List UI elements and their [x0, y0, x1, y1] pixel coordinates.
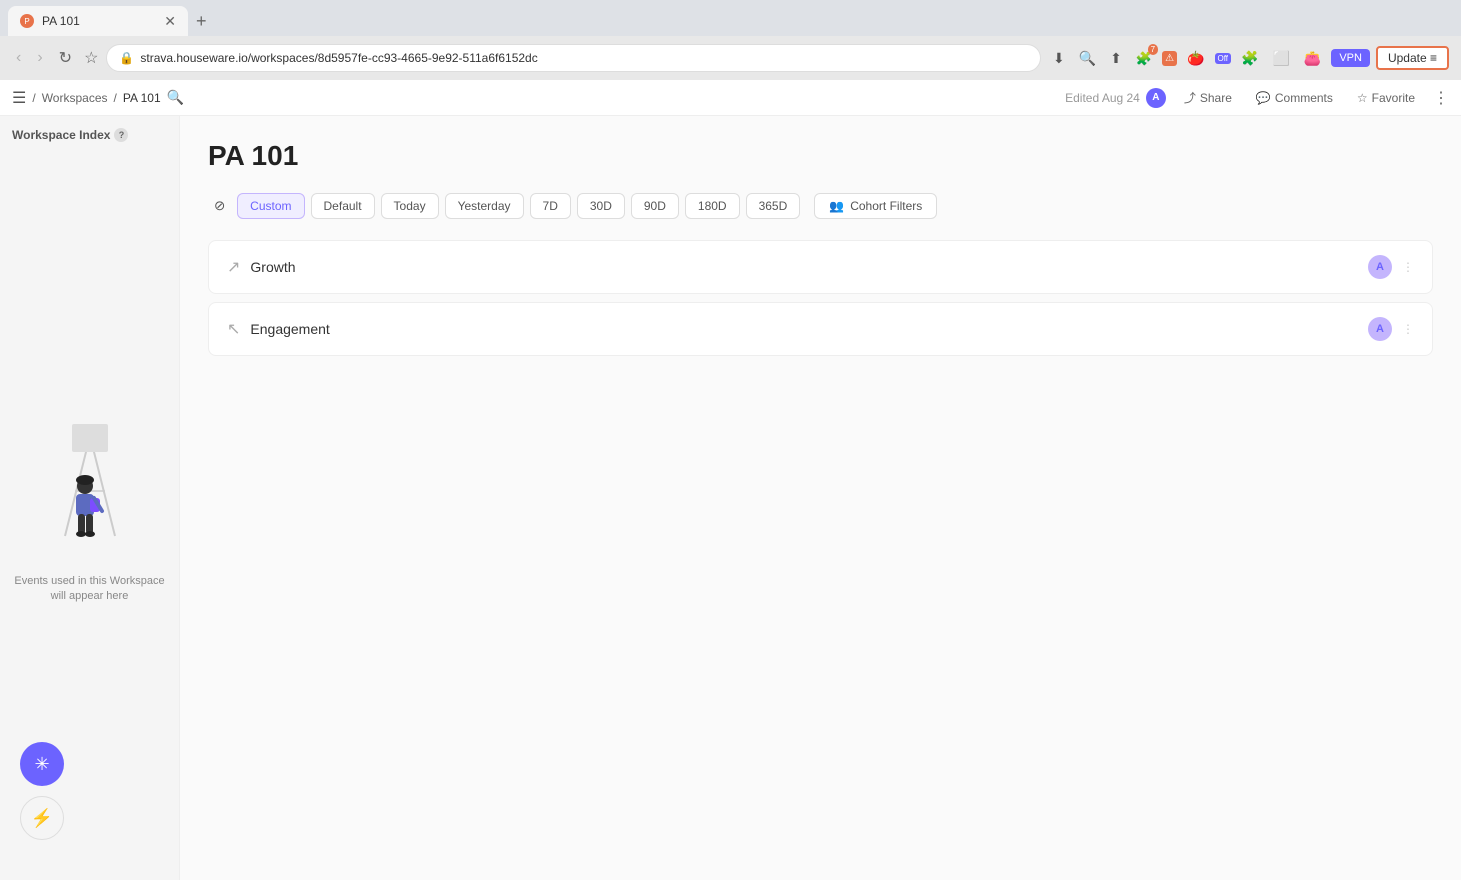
growth-avatar: A [1368, 255, 1392, 279]
breadcrumb-workspaces-link[interactable]: Workspaces [42, 91, 108, 105]
sidebar-title: Workspace Index ? [12, 128, 128, 142]
update-button[interactable]: Update ≡ [1376, 46, 1449, 70]
hamburger-button[interactable]: ☰ [12, 88, 26, 108]
address-bar: ‹ › ↻ ☆ 🔒 strava.houseware.io/workspaces… [0, 36, 1461, 80]
primary-fab-button[interactable]: ✳ [20, 742, 64, 786]
breadcrumb-actions: Edited Aug 24 A ⤴ Share 💬 Comments ☆ Fav… [1065, 85, 1449, 110]
browser-actions: ⬇ 🔍 ⬆ 🧩 7 ⚠ 🍅 Off 🧩 ⬜ 👛 VPN Update ≡ [1049, 46, 1449, 71]
share-icon: ⤴ [1184, 89, 1196, 106]
star-icon: ☆ [1357, 91, 1368, 105]
tab-close-button[interactable]: ✕ [164, 14, 176, 28]
filter-bar: ⊘ Custom Default Today Yesterday 7D 30D … [208, 192, 1433, 220]
download-button[interactable]: ⬇ [1049, 46, 1069, 71]
filter-toggle-button[interactable]: ⊘ [208, 192, 231, 220]
editor-avatar: A [1146, 88, 1166, 108]
bookmark-button[interactable]: ☆ [84, 48, 98, 68]
growth-expand-icon: ⋮ [1402, 260, 1414, 274]
refresh-button[interactable]: ↻ [55, 44, 76, 72]
split-view-button[interactable]: ⬜ [1268, 46, 1293, 71]
engagement-icon: ↖ [227, 319, 240, 339]
engagement-expand-icon: ⋮ [1402, 322, 1414, 336]
forward-button[interactable]: › [33, 45, 46, 71]
365d-filter-button[interactable]: 365D [746, 193, 801, 219]
active-tab[interactable]: P PA 101 ✕ [8, 6, 188, 36]
ext-badge-button[interactable]: 🧩 7 [1132, 46, 1156, 71]
fab-container: ✳ ⚡ [20, 742, 64, 840]
warning-ext-icon[interactable]: ⚠ [1162, 51, 1177, 66]
edited-info: Edited Aug 24 A [1065, 88, 1166, 108]
cohort-filters-button[interactable]: 👥 Cohort Filters [814, 193, 937, 219]
180d-filter-button[interactable]: 180D [685, 193, 740, 219]
tomato-ext-button[interactable]: 🍅 [1183, 46, 1208, 71]
sidebar-empty-text: Events used in this Workspace will appea… [12, 574, 167, 605]
today-filter-button[interactable]: Today [381, 193, 439, 219]
help-icon[interactable]: ? [114, 128, 128, 142]
growth-label: Growth [250, 259, 1358, 275]
30d-filter-button[interactable]: 30D [577, 193, 625, 219]
growth-icon: ↗ [227, 257, 240, 277]
share-page-button[interactable]: ⬆ [1106, 46, 1126, 71]
breadcrumb-separator: / [32, 91, 35, 105]
search-page-button[interactable]: 🔍 [1075, 46, 1100, 71]
tab-title: PA 101 [42, 14, 156, 28]
app-container: ☰ / Workspaces / PA 101 🔍 Edited Aug 24 … [0, 80, 1461, 880]
custom-filter-button[interactable]: Custom [237, 193, 304, 219]
puzzle-ext-button[interactable]: 🧩 [1237, 46, 1262, 71]
engagement-avatar: A [1368, 317, 1392, 341]
toggle-ext-button[interactable]: Off [1215, 53, 1232, 64]
workspace-search-button[interactable]: 🔍 [167, 89, 184, 106]
favorite-button[interactable]: ☆ Favorite [1351, 87, 1421, 109]
secondary-fab-button[interactable]: ⚡ [20, 796, 64, 840]
wallet-button[interactable]: 👛 [1300, 46, 1325, 71]
7d-filter-button[interactable]: 7D [530, 193, 571, 219]
main-layout: Workspace Index ? [0, 116, 1461, 880]
edited-label: Edited Aug 24 [1065, 91, 1140, 105]
page-title: PA 101 [208, 140, 1433, 172]
comments-icon: 💬 [1256, 91, 1271, 105]
new-tab-button[interactable]: + [188, 11, 215, 32]
tab-favicon: P [20, 14, 34, 28]
vpn-button[interactable]: VPN [1331, 49, 1370, 67]
cohort-icon: 👥 [829, 199, 844, 213]
sections-list: ↗ Growth A ⋮ ↖ Engagement A ⋮ [208, 240, 1433, 356]
share-button[interactable]: ⤴ Share [1178, 85, 1238, 110]
engagement-section-row[interactable]: ↖ Engagement A ⋮ [208, 302, 1433, 356]
default-filter-button[interactable]: Default [311, 193, 375, 219]
comments-button[interactable]: 💬 Comments [1250, 87, 1339, 109]
lock-icon: 🔒 [119, 51, 134, 65]
url-bar[interactable]: 🔒 strava.houseware.io/workspaces/8d5957f… [106, 44, 1041, 72]
breadcrumb-current: PA 101 [123, 91, 161, 105]
url-text: strava.houseware.io/workspaces/8d5957fe-… [140, 51, 1028, 65]
more-options-button[interactable]: ⋮ [1433, 88, 1449, 108]
back-button[interactable]: ‹ [12, 45, 25, 71]
yesterday-filter-button[interactable]: Yesterday [445, 193, 524, 219]
breadcrumb-bar: ☰ / Workspaces / PA 101 🔍 Edited Aug 24 … [0, 80, 1461, 116]
tab-bar: P PA 101 ✕ + [0, 0, 1461, 36]
ext-badge: 7 [1148, 44, 1158, 55]
engagement-label: Engagement [250, 321, 1358, 337]
empty-state-illustration [40, 406, 140, 566]
breadcrumb-separator2: / [114, 91, 117, 105]
content-area: PA 101 ⊘ Custom Default Today Yesterday … [180, 116, 1461, 880]
growth-section-row[interactable]: ↗ Growth A ⋮ [208, 240, 1433, 294]
90d-filter-button[interactable]: 90D [631, 193, 679, 219]
